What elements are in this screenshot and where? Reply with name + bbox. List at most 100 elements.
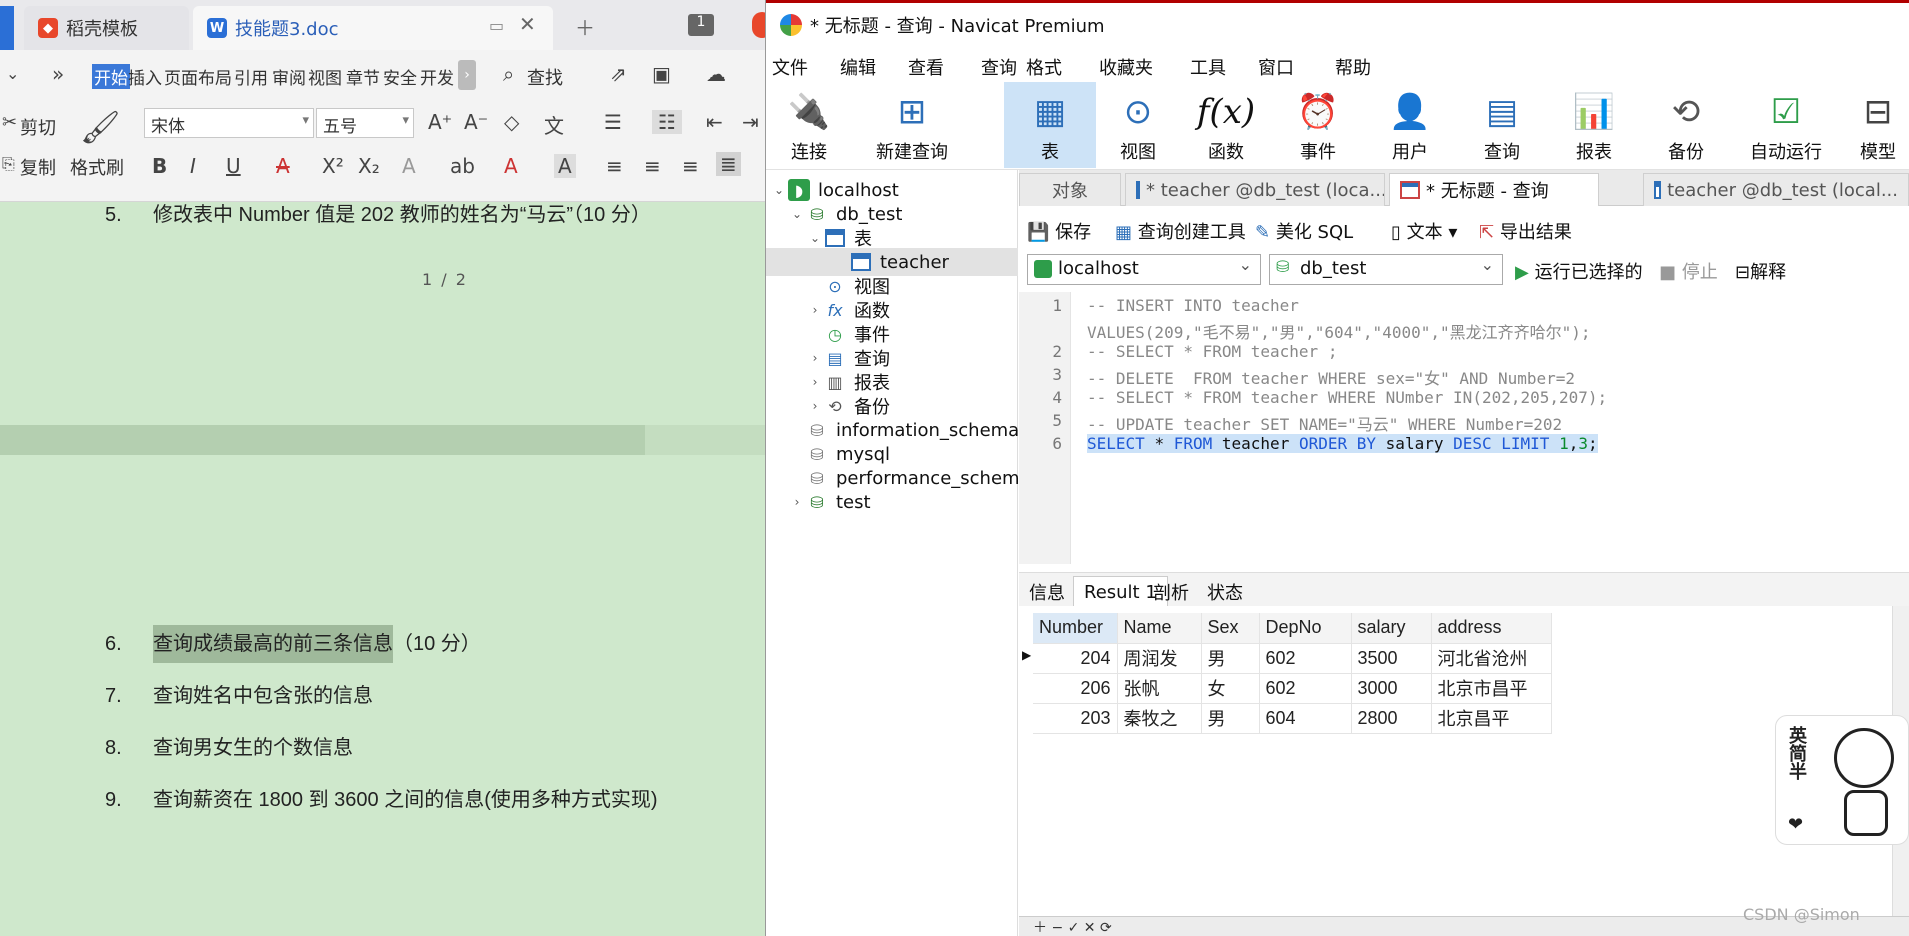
float-window-icon[interactable]: ▭ — [489, 16, 504, 35]
new-tab-icon[interactable]: ＋ — [575, 12, 595, 41]
align-left-icon[interactable]: ≡ — [606, 154, 623, 178]
tab-untitled-query[interactable]: * 无标题 - 查询 — [1389, 173, 1599, 206]
italic-icon[interactable]: I — [190, 154, 196, 178]
increase-font-icon[interactable]: A⁺ — [428, 110, 452, 134]
superscript-icon[interactable]: X² — [322, 154, 344, 178]
menu-file[interactable]: 文件 — [772, 54, 808, 80]
scissors-icon[interactable]: ✂ — [2, 112, 17, 133]
indent-decrease-icon[interactable]: ⇤ — [706, 110, 723, 134]
tab-teacher-design[interactable]: * teacher @db_test (loca... — [1125, 173, 1385, 206]
bold-icon[interactable]: B — [152, 154, 167, 178]
backup-button[interactable]: ⟲ 备份 — [1650, 82, 1722, 168]
tab-profile[interactable]: 剖析 — [1143, 576, 1199, 607]
user-button[interactable]: 👤 用户 — [1374, 82, 1446, 168]
ribbon-tab-view[interactable]: 视图 — [308, 64, 342, 89]
tab-status[interactable]: 状态 — [1197, 576, 1253, 607]
table-cell[interactable]: 男 — [1201, 703, 1260, 734]
table-cell[interactable]: 河北省沧州 — [1431, 643, 1552, 674]
connection-select[interactable]: localhost — [1027, 254, 1261, 285]
tab-info[interactable]: 信息 — [1019, 576, 1075, 607]
query-builder-button[interactable]: ▦ 查询创建工具 — [1115, 218, 1246, 244]
add-record-icon[interactable]: ＋ − ✓ ✕ ⟳ — [1033, 917, 1112, 936]
view-button[interactable]: ⊙ 视图 — [1102, 82, 1174, 168]
table-cell[interactable]: 北京市昌平 — [1431, 673, 1552, 704]
cut-button[interactable]: 剪切 — [20, 114, 56, 140]
table-row[interactable]: 204 周润发 男 602 3500 河北省沧州 — [1033, 643, 1552, 674]
highlight-icon[interactable]: ab — [450, 154, 475, 178]
table-cell[interactable]: 秦牧之 — [1117, 703, 1202, 734]
chevron-right-icon[interactable]: › — [806, 303, 824, 317]
bullet-list-icon[interactable]: ☰ — [604, 110, 622, 134]
table-cell[interactable]: 602 — [1259, 643, 1352, 674]
sql-editor[interactable]: 1 2 3 4 5 6 -- INSERT INTO teacher VALUE… — [1019, 292, 1909, 564]
explain-button[interactable]: ⊟解释 — [1735, 258, 1786, 284]
chevron-down-icon[interactable]: ⌄ — [806, 231, 824, 245]
close-tab-icon[interactable]: ✕ — [519, 12, 536, 36]
table-cell[interactable]: 北京昌平 — [1431, 703, 1552, 734]
column-header[interactable]: Name — [1117, 613, 1202, 644]
ribbon-tab-review[interactable]: 审阅 — [272, 64, 306, 89]
more-tabs-icon[interactable]: » — [52, 62, 64, 86]
table-cell[interactable]: 204 — [1033, 643, 1118, 674]
column-header[interactable]: DepNo — [1259, 613, 1352, 644]
table-cell[interactable]: 女 — [1201, 673, 1260, 704]
format-painter-icon[interactable]: 🖌 — [80, 108, 121, 146]
table-cell[interactable]: 2800 — [1351, 703, 1432, 734]
database-select[interactable]: ⛁ db_test — [1269, 254, 1503, 285]
template-icon[interactable]: ▣ — [652, 62, 671, 86]
font-color-icon[interactable]: A — [504, 154, 518, 178]
tab-document[interactable]: W 技能题3.doc ▭ ✕ — [193, 6, 553, 50]
chevron-right-icon[interactable]: › — [806, 375, 824, 389]
menu-format[interactable]: 格式 — [1026, 54, 1062, 80]
tree-table-teacher[interactable]: teacher — [766, 248, 1018, 276]
search-label[interactable]: 查找 — [527, 64, 563, 90]
new-query-button[interactable]: ⊞ 新建查询 — [854, 82, 970, 168]
menu-window[interactable]: 窗口 — [1258, 54, 1294, 80]
query-button[interactable]: ▤ 查询 — [1466, 82, 1538, 168]
menu-favorites[interactable]: 收藏夹 — [1099, 54, 1153, 80]
table-button[interactable]: ▦ 表 — [1004, 82, 1096, 168]
chevron-right-icon[interactable]: › — [806, 351, 824, 365]
char-shading-icon[interactable]: A — [554, 154, 576, 178]
ribbon-tab-references[interactable]: 引用 — [234, 64, 268, 89]
decrease-font-icon[interactable]: A⁻ — [464, 110, 488, 134]
underline-icon[interactable]: U — [226, 154, 241, 178]
table-cell[interactable]: 3000 — [1351, 673, 1432, 704]
chevron-down-icon[interactable]: ⌄ — [770, 183, 788, 197]
automation-button[interactable]: ☑ 自动运行 — [1736, 82, 1836, 168]
table-cell[interactable]: 203 — [1033, 703, 1118, 734]
numbered-list-icon[interactable]: ☷ — [652, 110, 682, 134]
event-button[interactable]: ⏰ 事件 — [1282, 82, 1354, 168]
align-right-icon[interactable]: ≡ — [682, 154, 699, 178]
justify-icon[interactable]: ≣ — [716, 152, 741, 176]
chevron-down-icon[interactable]: ⌄ — [788, 207, 806, 221]
chevron-right-icon[interactable]: › — [458, 60, 476, 90]
table-cell[interactable]: 602 — [1259, 673, 1352, 704]
ribbon-tab-home[interactable]: 开始 — [92, 64, 130, 89]
table-row[interactable]: 206 张帆 女 602 3000 北京市昌平 — [1033, 673, 1552, 704]
table-cell[interactable]: 206 — [1033, 673, 1118, 704]
tree-db-test[interactable]: › ⛁ test — [788, 488, 871, 516]
text-button[interactable]: ▯ 文本 ▾ — [1391, 218, 1457, 244]
copy-button[interactable]: 复制 — [20, 154, 56, 180]
ribbon-tab-security[interactable]: 安全 — [383, 64, 417, 89]
indent-increase-icon[interactable]: ⇥ — [742, 110, 759, 134]
search-icon[interactable]: ⌕ — [503, 62, 514, 86]
table-row[interactable]: 203 秦牧之 男 604 2800 北京昌平 — [1033, 703, 1552, 734]
menu-help[interactable]: 帮助 — [1335, 54, 1371, 80]
table-cell[interactable]: 周润发 — [1117, 643, 1202, 674]
cloud-icon[interactable]: ☁ — [706, 62, 726, 86]
align-center-icon[interactable]: ≡ — [644, 154, 661, 178]
save-button[interactable]: 💾 保存 — [1027, 218, 1091, 244]
beautify-sql-button[interactable]: ✎ 美化 SQL — [1255, 218, 1353, 244]
export-results-button[interactable]: ⇱ 导出结果 — [1479, 218, 1572, 244]
model-button[interactable]: ⊟ 模型 — [1846, 82, 1909, 168]
menu-edit[interactable]: 编辑 — [840, 54, 876, 80]
table-cell[interactable]: 604 — [1259, 703, 1352, 734]
table-cell[interactable]: 3500 — [1351, 643, 1432, 674]
ribbon-tab-developer[interactable]: 开发 — [420, 64, 454, 89]
stop-button[interactable]: ■ 停止 — [1659, 258, 1718, 284]
ribbon-tab-section[interactable]: 章节 — [346, 64, 380, 89]
chevron-right-icon[interactable]: › — [806, 399, 824, 413]
copy-icon[interactable]: ⎘ — [2, 154, 15, 174]
